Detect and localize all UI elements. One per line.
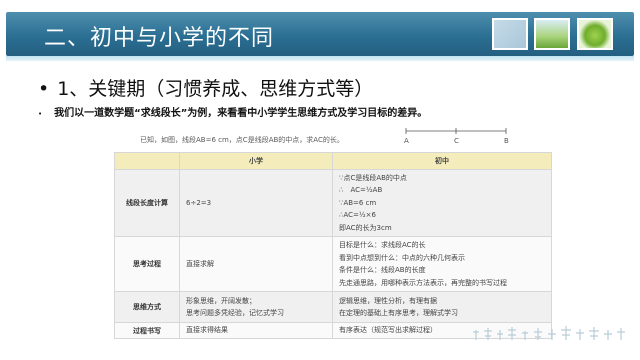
decorative-glyphs-icon xyxy=(473,326,625,340)
primary-cell: 直接求解 xyxy=(179,236,333,292)
row-label: 过程书写 xyxy=(114,322,180,339)
slide: 二、初中与小学的不同 • 1、关键期（习惯养成、思维方式等） • 我们以一道数学题“… xyxy=(0,0,640,360)
primary-cell: 直接求得结果 xyxy=(179,322,333,339)
primary-cell: 形象思维，开阔发散； 思考问题多凭经验，记忆式学习 xyxy=(179,291,333,323)
intro-text: 我们以一道数学题“求线段长”为例，来看看中小学学生思维方式及学习目标的差异。 xyxy=(54,108,428,119)
seedling-thumbnail-icon xyxy=(534,18,570,50)
bullet-icon: • xyxy=(38,110,43,118)
cell-line: 6÷2=3 xyxy=(186,198,212,207)
point-label-a: A xyxy=(404,137,409,145)
cell-line: 形象思维，开阔发散； xyxy=(186,296,256,305)
middle-cell: ∵点C是线段AB的中点 ∴ AC=½AB ∵AB=6 cm ∴AC=½×6 即A… xyxy=(332,169,552,237)
cell-line: 看到中点想到什么：中点的六种几何表示 xyxy=(339,253,465,262)
cell-line: 目标是什么：求线段AC的长 xyxy=(339,241,426,249)
table-row: 思考过程 直接求解 目标是什么：求线段AC的长 看到中点想到什么：中点的六种几何… xyxy=(114,236,552,292)
bullet-icon: • xyxy=(38,78,50,100)
cell-line: 直接求得结果 xyxy=(186,326,228,335)
decor-thumbnail-blank xyxy=(492,18,528,50)
cell-line: 逻辑思维，理性分析，有理有据 xyxy=(339,296,437,305)
section-heading: • 1、关键期（习惯养成、思维方式等） xyxy=(38,74,373,101)
cell-line: 条件是什么：线段AB的长度 xyxy=(339,266,426,274)
middle-cell: 目标是什么：求线段AC的长 看到中点想到什么：中点的六种几何表示 条件是什么：线… xyxy=(332,236,552,292)
cell-line: 先走通思路，用哪种表示方法表示，再完整的书写过程 xyxy=(339,278,507,287)
leaf-thumbnail-icon xyxy=(577,18,613,50)
header-primary: 小学 xyxy=(179,152,333,170)
cell-line: ∴ AC=½AB xyxy=(339,186,383,195)
segment-diagram: A C B xyxy=(404,128,509,145)
table-row: 思维方式 形象思维，开阔发散； 思考问题多凭经验，记忆式学习 逻辑思维，理性分析… xyxy=(114,291,552,323)
banner-underline xyxy=(6,56,634,61)
primary-cell: 6÷2=3 xyxy=(179,169,333,237)
slide-title: 二、初中与小学的不同 xyxy=(44,26,275,51)
heading-text: 1、关键期（习惯养成、思维方式等） xyxy=(57,78,374,100)
middle-cell: 逻辑思维，理性分析，有理有据 在定理的基础上有序思考，理解式学习 xyxy=(332,291,552,323)
cell-line: 在定理的基础上有序思考，理解式学习 xyxy=(339,309,458,317)
table-header-row: 小学 初中 xyxy=(114,152,552,170)
point-label-b: B xyxy=(504,137,509,145)
cell-line: ∴AC=½×6 xyxy=(339,211,376,220)
cell-line: 即AC的长为3cm xyxy=(339,223,392,232)
table-row: 线段长度计算 6÷2=3 ∵点C是线段AB的中点 ∴ AC=½AB ∵AB=6 … xyxy=(114,169,552,237)
header-blank xyxy=(114,152,180,170)
cell-line: ∵点C是线段AB的中点 xyxy=(339,173,407,182)
title-banner: 二、初中与小学的不同 xyxy=(6,12,634,61)
problem-statement: 已知，如图，线段AB=6 cm，点C是线段AB的中点，求AC的长。 xyxy=(140,136,344,144)
cell-line: 思考问题多凭经验，记忆式学习 xyxy=(186,309,284,317)
point-label-c: C xyxy=(454,137,459,145)
row-label: 思维方式 xyxy=(114,291,180,323)
row-label: 思考过程 xyxy=(114,236,180,292)
header-middle: 初中 xyxy=(332,152,552,170)
row-label: 线段长度计算 xyxy=(114,169,180,237)
intro-line: • 我们以一道数学题“求线段长”为例，来看看中小学学生思维方式及学习目标的差异。 xyxy=(38,104,427,119)
comparison-table: 小学 初中 线段长度计算 6÷2=3 ∵点C是线段AB的中点 ∴ AC=½AB … xyxy=(114,152,552,339)
cell-line: 直接求解 xyxy=(186,259,214,268)
cell-line: ∵AB=6 cm xyxy=(339,198,377,207)
